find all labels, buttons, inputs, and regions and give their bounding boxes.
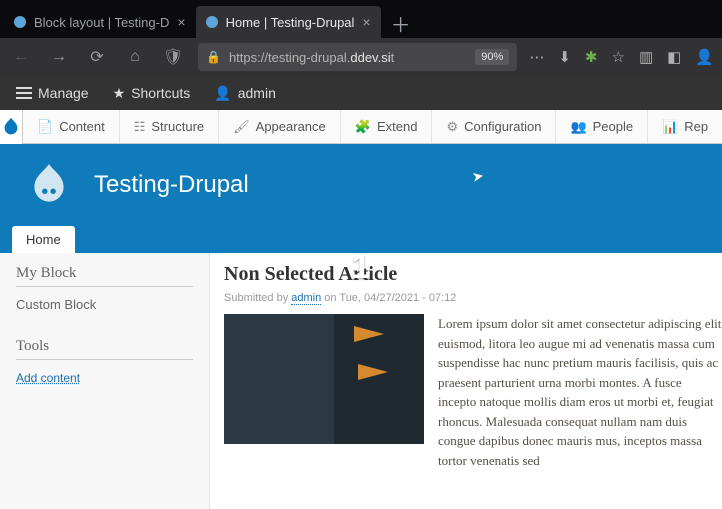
people-icon: 👥 xyxy=(570,119,586,135)
shortcuts-label: Shortcuts xyxy=(131,85,190,101)
block-body: Custom Block xyxy=(16,297,193,312)
browser-tab-strip: Block layout | Testing-D × Home | Testin… xyxy=(0,0,722,38)
article-body-text: Lorem ipsum dolor sit amet consectetur a… xyxy=(438,314,722,470)
admin-user-link[interactable]: 👤 admin xyxy=(202,76,288,110)
pocket-icon[interactable]: ⬇ xyxy=(558,48,571,66)
shortcuts-link[interactable]: ★ Shortcuts xyxy=(101,76,203,110)
back-button[interactable]: ← xyxy=(8,44,34,70)
bug-icon[interactable]: ✱ xyxy=(585,48,598,66)
author-link[interactable]: admin xyxy=(291,292,321,305)
menu-reports[interactable]: 📊 Rep xyxy=(648,110,722,143)
tab-home[interactable]: Home xyxy=(12,226,75,253)
library-icon[interactable]: ▥ xyxy=(639,48,653,66)
forward-button[interactable]: → xyxy=(46,44,72,70)
menu-configuration[interactable]: ⚙ Configuration xyxy=(432,110,556,143)
tab-title: Block layout | Testing-D xyxy=(34,15,169,30)
shield-icon[interactable]: 🛡 xyxy=(160,44,186,70)
sidebar: My Block Custom Block Tools Add content xyxy=(0,253,210,509)
paintbrush-icon: 🖌 xyxy=(233,119,250,135)
menu-structure[interactable]: ☷ Structure xyxy=(120,110,219,143)
druplicon-logo[interactable] xyxy=(0,110,23,144)
home-button[interactable]: ⌂ xyxy=(122,44,148,70)
tools-title: Tools xyxy=(16,338,193,360)
admin-user-label: admin xyxy=(238,85,276,101)
menu-label: People xyxy=(593,119,633,134)
drupal-admin-toolbar: Manage ★ Shortcuts 👤 admin xyxy=(0,76,722,110)
new-tab-button[interactable]: ＋ xyxy=(381,9,421,38)
manage-label: Manage xyxy=(38,85,89,101)
more-icon[interactable]: ⋯ xyxy=(529,48,544,66)
overlay-number: 1 xyxy=(352,248,371,287)
add-content-link[interactable]: Add content xyxy=(16,371,80,385)
document-icon: 📄 xyxy=(37,119,53,135)
article-thumbnail[interactable] xyxy=(224,314,424,444)
browser-tab-active[interactable]: Home | Testing-Drupal × xyxy=(196,6,381,38)
address-bar: ← → ⟳ ⌂ 🛡 🔒 https://testing-drupal.ddev.… xyxy=(0,38,722,76)
close-icon[interactable]: × xyxy=(177,14,185,30)
menu-label: Rep xyxy=(684,119,708,134)
menu-label: Structure xyxy=(151,119,204,134)
menu-content[interactable]: 📄 Content xyxy=(23,110,120,143)
sidebar-toggle-icon[interactable]: ◧ xyxy=(667,48,681,66)
menu-people[interactable]: 👥 People xyxy=(556,110,648,143)
menu-extend[interactable]: 🧩 Extend xyxy=(341,110,433,143)
user-icon: 👤 xyxy=(214,85,231,102)
mouse-cursor-icon: ➤ xyxy=(471,167,486,186)
favicon-icon xyxy=(14,16,26,28)
close-icon[interactable]: × xyxy=(362,14,370,30)
drupal-admin-menu: 📄 Content ☷ Structure 🖌 Appearance 🧩 Ext… xyxy=(0,110,722,144)
reload-button[interactable]: ⟳ xyxy=(84,44,110,70)
chart-icon: 📊 xyxy=(662,119,678,135)
content-area: My Block Custom Block Tools Add content … xyxy=(0,253,722,509)
url-text: https://testing-drupal.ddev.sit xyxy=(229,50,467,65)
star-icon: ★ xyxy=(113,85,126,102)
article-title[interactable]: Non Selected Article xyxy=(224,263,722,286)
favicon-icon xyxy=(206,16,218,28)
manage-toggle[interactable]: Manage xyxy=(4,76,101,110)
article-byline: Submitted by admin on Tue, 04/27/2021 - … xyxy=(224,292,722,304)
tab-title: Home | Testing-Drupal xyxy=(226,15,355,30)
drupal-icon xyxy=(0,116,22,138)
block-title: My Block xyxy=(16,265,193,287)
browser-tab-inactive[interactable]: Block layout | Testing-D × xyxy=(4,6,196,38)
hamburger-icon xyxy=(16,87,32,99)
gear-icon: ⚙ xyxy=(446,119,458,135)
url-field[interactable]: 🔒 https://testing-drupal.ddev.sit 90% xyxy=(198,43,517,71)
account-icon[interactable]: 👤 xyxy=(695,48,714,66)
menu-label: Extend xyxy=(377,119,417,134)
menu-label: Configuration xyxy=(464,119,541,134)
structure-icon: ☷ xyxy=(134,119,146,135)
main-column: Non Selected Article Submitted by admin … xyxy=(210,253,722,509)
lock-icon: 🔒 xyxy=(206,50,221,64)
site-logo-icon[interactable] xyxy=(24,160,74,210)
menu-appearance[interactable]: 🖌 Appearance xyxy=(219,110,341,143)
menu-label: Appearance xyxy=(256,119,326,134)
puzzle-icon: 🧩 xyxy=(355,119,371,135)
site-header: Testing-Drupal ➤ xyxy=(0,144,722,226)
bookmark-star-icon[interactable]: ☆ xyxy=(611,48,624,66)
zoom-badge[interactable]: 90% xyxy=(475,49,509,65)
menu-label: Content xyxy=(59,119,105,134)
site-title[interactable]: Testing-Drupal xyxy=(94,171,249,199)
